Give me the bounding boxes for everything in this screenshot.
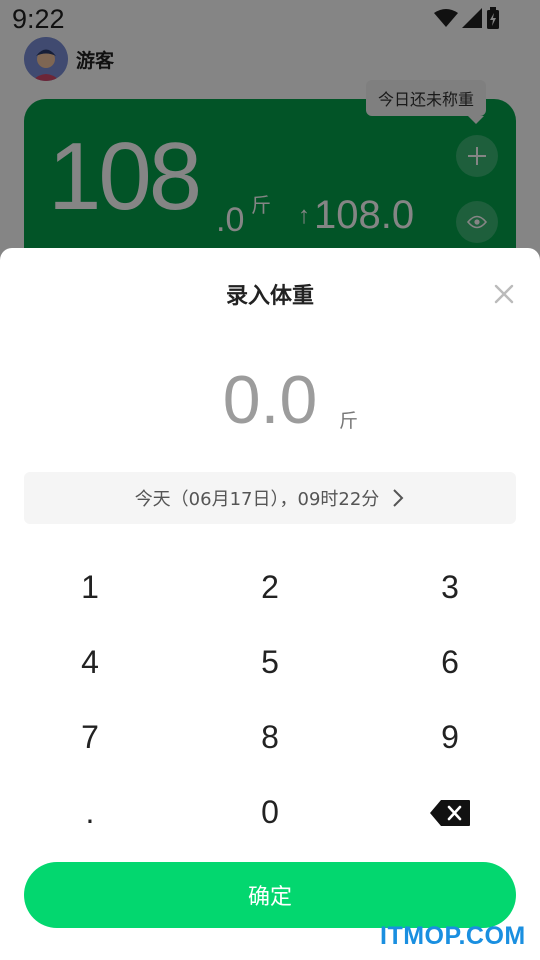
chevron-right-icon — [393, 489, 404, 507]
close-icon — [494, 284, 514, 304]
weight-input-value: 0.0 — [222, 362, 318, 438]
backspace-icon — [430, 799, 470, 826]
key-8[interactable]: 8 — [180, 700, 360, 775]
watermark-logo: ITMOP.COM — [380, 922, 526, 950]
backspace-button[interactable] — [360, 775, 540, 850]
key-6[interactable]: 6 — [360, 625, 540, 700]
key-2[interactable]: 2 — [180, 550, 360, 625]
key-3[interactable]: 3 — [360, 550, 540, 625]
key-7[interactable]: 7 — [0, 700, 180, 775]
close-button[interactable] — [492, 282, 516, 306]
key-decimal[interactable]: . — [0, 775, 180, 850]
weight-input-display: 0.0 斤 — [0, 360, 540, 440]
sheet-title: 录入体重 — [225, 284, 314, 309]
key-1[interactable]: 1 — [0, 550, 180, 625]
key-5[interactable]: 5 — [180, 625, 360, 700]
key-9[interactable]: 9 — [360, 700, 540, 775]
key-4[interactable]: 4 — [0, 625, 180, 700]
weight-entry-sheet: 录入体重 0.0 斤 今天（06月17日），09时22分 1 2 3 4 5 6… — [0, 248, 540, 960]
weight-input-unit: 斤 — [339, 410, 359, 432]
confirm-button[interactable]: 确定 — [24, 862, 516, 928]
date-time-text: 今天（06月17日），09时22分 — [134, 489, 380, 510]
date-time-selector[interactable]: 今天（06月17日），09时22分 — [24, 472, 516, 524]
key-0[interactable]: 0 — [180, 775, 360, 850]
